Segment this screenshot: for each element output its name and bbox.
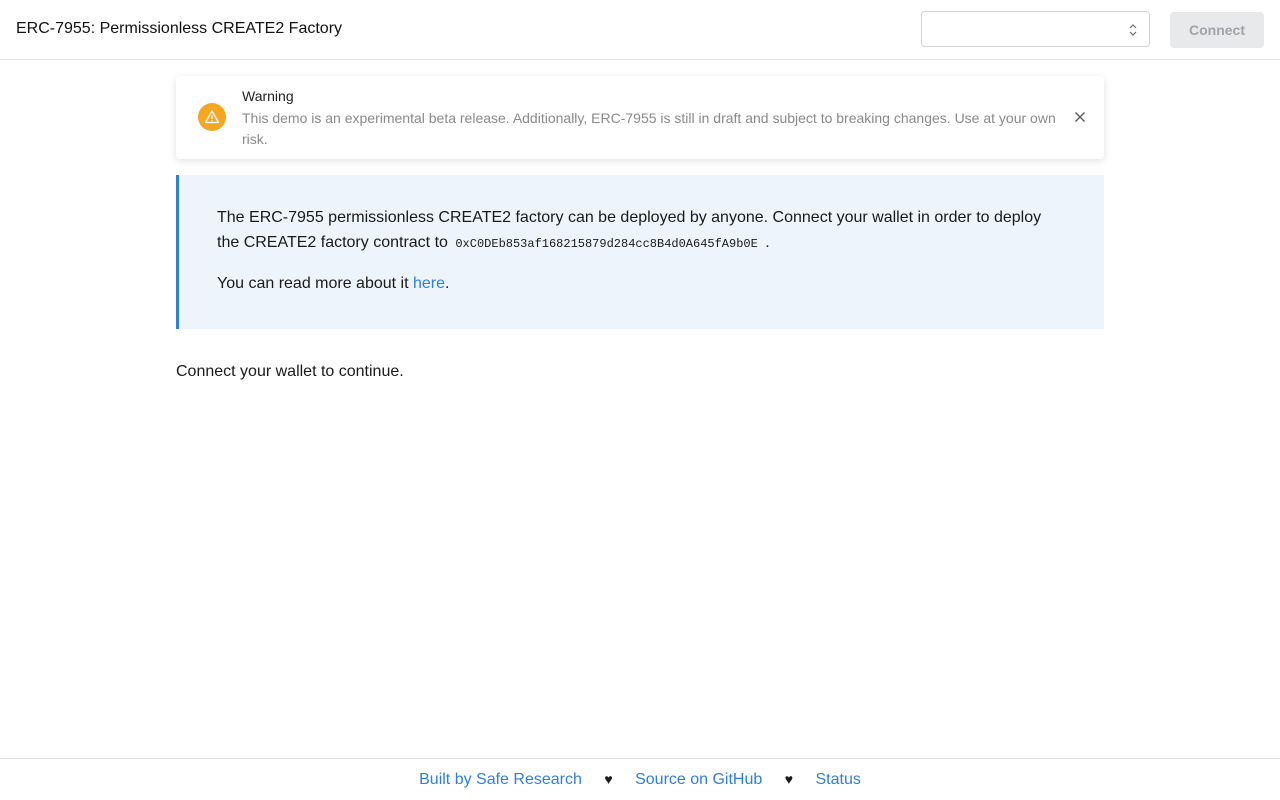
info-text-end: . <box>765 234 770 251</box>
status-link[interactable]: Status <box>816 771 861 788</box>
warning-triangle-icon <box>198 103 226 131</box>
app-title: ERC-7955: Permissionless CREATE2 Factory <box>16 20 343 37</box>
read-more-text: You can read more about it <box>217 275 409 292</box>
network-select[interactable] <box>921 11 1150 47</box>
read-more-paragraph: You can read more about it here. <box>217 271 449 296</box>
heart-separator: ♥ <box>604 771 613 787</box>
footer-links: Built by Safe Research ♥ Source on GitHu… <box>0 769 1280 790</box>
github-source-link[interactable]: Source on GitHub <box>635 771 762 788</box>
read-more-end: . <box>445 275 450 292</box>
here-link[interactable]: here <box>413 275 445 292</box>
footer: Built by Safe Research ♥ Source on GitHu… <box>0 758 1280 800</box>
info-callout: The ERC-7955 permissionless CREATE2 fact… <box>176 175 1104 329</box>
warning-title: Warning <box>242 88 294 104</box>
info-paragraph: The ERC-7955 permissionless CREATE2 fact… <box>217 205 1057 257</box>
heart-separator: ♥ <box>784 771 794 787</box>
connect-button[interactable]: Connect <box>1170 12 1264 48</box>
top-bar: ERC-7955: Permissionless CREATE2 Factory… <box>0 0 1280 60</box>
warning-alert: Warning This demo is an experimental bet… <box>176 76 1104 159</box>
close-icon[interactable] <box>1072 109 1088 125</box>
warning-message: This demo is an experimental beta releas… <box>242 110 1056 147</box>
factory-address: 0xC0DEb853af168215879d284cc8B4d0A645fA9b… <box>455 237 758 251</box>
safe-research-link[interactable]: Built by Safe Research <box>419 771 582 788</box>
connect-wallet-message: Connect your wallet to continue. <box>176 363 404 380</box>
chevron-up-down-icon <box>1129 24 1137 36</box>
